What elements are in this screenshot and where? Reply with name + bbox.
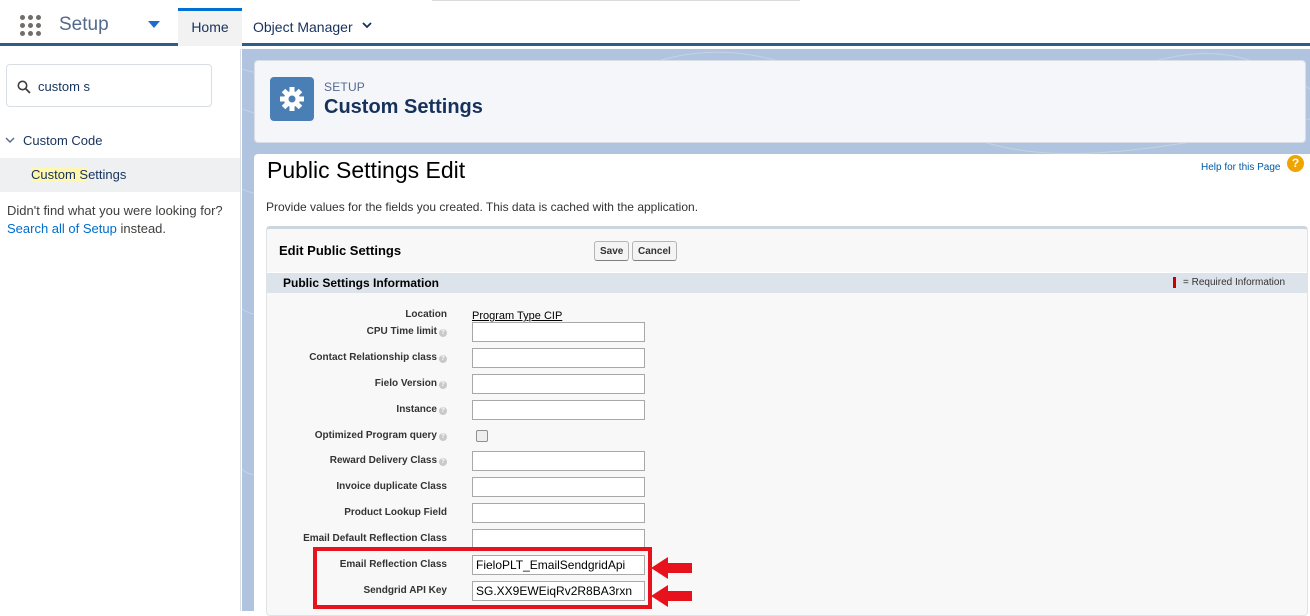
annotation-highlight-box bbox=[313, 547, 652, 609]
product-lookup-field-label: Product Lookup Field bbox=[344, 507, 447, 518]
required-legend: = Required Information bbox=[1183, 277, 1286, 288]
quick-find-input[interactable] bbox=[38, 76, 203, 96]
tree-group-label: Custom Code bbox=[23, 133, 103, 148]
main-content: SETUP Custom Settings Public Settings Ed… bbox=[242, 49, 1310, 616]
block-title: Edit Public Settings bbox=[279, 243, 402, 258]
email-default-reflection-class-label: Email Default Reflection Class bbox=[303, 533, 447, 544]
tree-item-label: Custom Settings bbox=[31, 167, 126, 182]
global-header: Setup Home Object Manager bbox=[0, 0, 1310, 46]
help-icon[interactable]: ? bbox=[439, 458, 447, 466]
help-icon[interactable]: ? bbox=[1287, 155, 1304, 172]
cancel-button[interactable]: Cancel bbox=[632, 241, 677, 261]
save-button[interactable]: Save bbox=[594, 241, 630, 261]
tree-item-label-rest: ettings bbox=[88, 167, 127, 182]
product-lookup-field-field[interactable] bbox=[472, 503, 645, 523]
page-header-title: Custom Settings bbox=[324, 96, 483, 118]
app-menu-chevron-down-icon[interactable] bbox=[148, 21, 160, 28]
section-title: Public Settings Information bbox=[283, 276, 440, 290]
gear-icon bbox=[270, 77, 314, 121]
required-marker bbox=[1173, 277, 1176, 288]
location-label: Location bbox=[405, 309, 447, 320]
tree-item-custom-settings[interactable]: Custom Settings bbox=[0, 158, 240, 192]
help-link[interactable]: Help for this Page bbox=[1201, 162, 1281, 173]
annotation-arrow-icon bbox=[651, 557, 692, 579]
search-icon bbox=[17, 80, 31, 94]
content-panel: Public Settings Edit Help for this Page … bbox=[254, 154, 1310, 616]
email-default-reflection-class-field[interactable] bbox=[472, 529, 645, 549]
tree-group-custom-code[interactable]: Custom Code bbox=[0, 131, 240, 153]
invoice-duplicate-class-field[interactable] bbox=[472, 477, 645, 497]
help-icon[interactable]: ? bbox=[439, 407, 447, 415]
invoice-duplicate-class-label: Invoice duplicate Class bbox=[336, 481, 447, 492]
page-title: Public Settings Edit bbox=[267, 157, 466, 183]
annotation-arrow-icon bbox=[651, 585, 692, 607]
reward-delivery-class-label: Reward Delivery Class? bbox=[330, 455, 447, 466]
tab-home[interactable]: Home bbox=[178, 8, 242, 46]
fielo-version-label: Fielo Version? bbox=[375, 378, 447, 389]
search-match-highlight: Custom S bbox=[31, 167, 89, 182]
instance-label: Instance? bbox=[396, 404, 447, 415]
location-link[interactable]: Program Type CIP bbox=[472, 310, 562, 322]
instance-field[interactable] bbox=[472, 400, 645, 420]
cpu-time-limit-field[interactable] bbox=[472, 322, 645, 342]
tab-object-manager[interactable]: Object Manager bbox=[253, 8, 353, 46]
help-icon[interactable]: ? bbox=[439, 355, 447, 363]
not-found-prefix: Didn't find what you were looking for? bbox=[7, 203, 223, 218]
page-description: Provide values for the fields you create… bbox=[266, 200, 699, 214]
divider bbox=[432, 0, 800, 1]
setup-sidebar: Custom Code Custom Settings Didn't find … bbox=[0, 49, 241, 611]
app-name: Setup bbox=[59, 14, 109, 35]
section-header: Public Settings Information = Required I… bbox=[267, 272, 1307, 293]
contact-relationship-class-field[interactable] bbox=[472, 348, 645, 368]
cpu-time-limit-label: CPU Time limit? bbox=[367, 326, 447, 337]
app-launcher-icon[interactable] bbox=[20, 15, 42, 37]
not-found-message: Didn't find what you were looking for? S… bbox=[7, 202, 232, 238]
help-icon[interactable]: ? bbox=[439, 329, 447, 337]
search-all-setup-link[interactable]: Search all of Setup bbox=[7, 221, 117, 236]
contact-relationship-class-label: Contact Relationship class? bbox=[309, 352, 447, 363]
breadcrumb: SETUP bbox=[324, 80, 366, 94]
help-icon[interactable]: ? bbox=[439, 433, 447, 441]
object-manager-chevron-down-icon[interactable] bbox=[362, 20, 372, 30]
fielo-version-field[interactable] bbox=[472, 374, 645, 394]
quick-find-box[interactable] bbox=[6, 64, 212, 107]
help-icon[interactable]: ? bbox=[439, 381, 447, 389]
optimized-program-query-checkbox[interactable] bbox=[476, 430, 488, 442]
not-found-suffix: instead. bbox=[120, 221, 167, 236]
chevron-down-icon[interactable] bbox=[5, 135, 15, 145]
optimized-program-query-label: Optimized Program query? bbox=[315, 430, 447, 441]
reward-delivery-class-field[interactable] bbox=[472, 451, 645, 471]
page-header: SETUP Custom Settings bbox=[254, 60, 1306, 143]
